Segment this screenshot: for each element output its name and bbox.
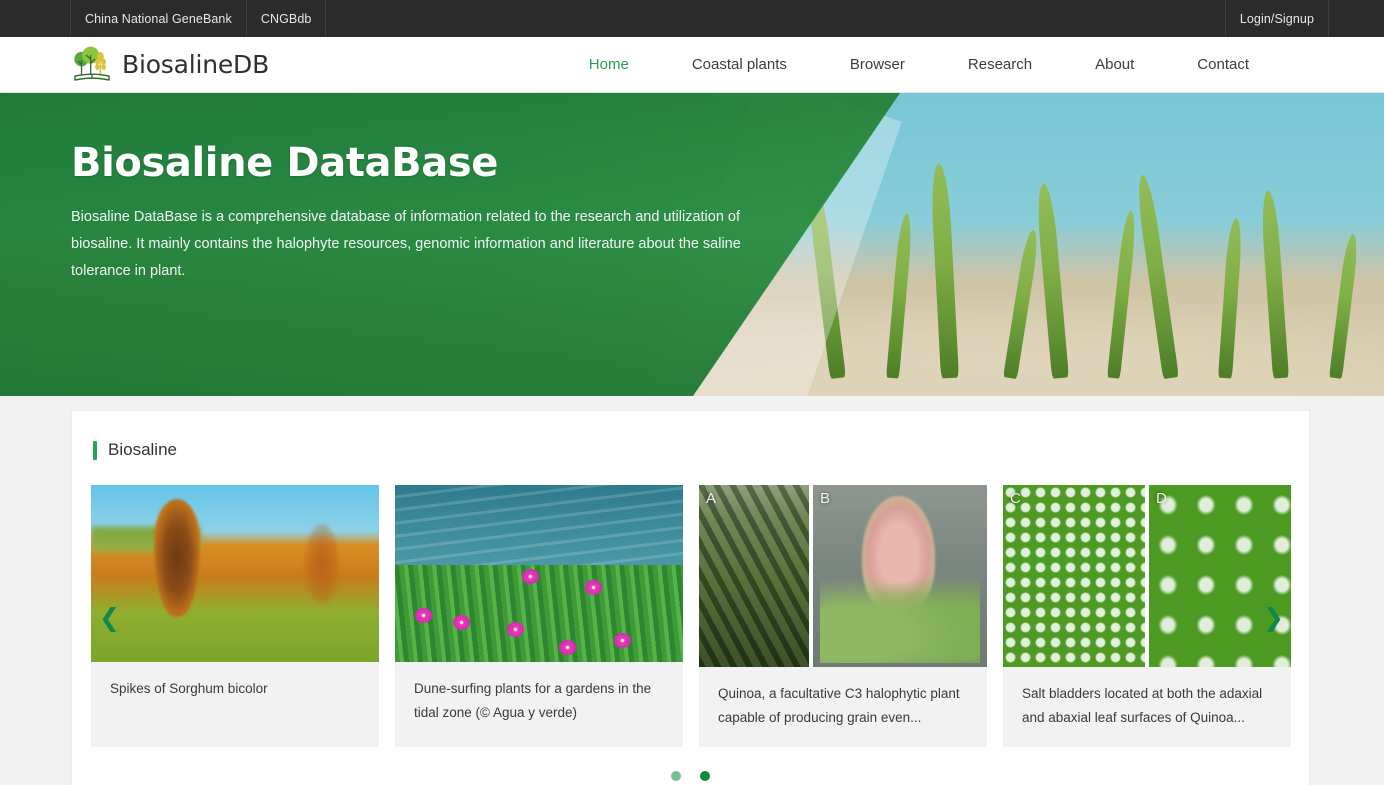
carousel-card[interactable]: Spikes of Sorghum bicolor bbox=[91, 485, 379, 748]
site-header: BiosalineDB Home Coastal plants Browser … bbox=[0, 37, 1384, 93]
carousel-pagination bbox=[91, 771, 1290, 782]
page-root: China National GeneBank CNGBdb Login/Sig… bbox=[0, 0, 1384, 785]
brand-name: BiosalineDB bbox=[122, 50, 270, 79]
page-body: Biosaline ❮ ❯ Spikes of Sorghum bicolor bbox=[0, 396, 1384, 785]
sorghum-field-photo bbox=[91, 485, 379, 662]
panel-label-d: D bbox=[1156, 490, 1167, 507]
card-caption: Quinoa, a facultative C3 halophytic plan… bbox=[718, 686, 960, 725]
biosaline-panel: Biosaline ❮ ❯ Spikes of Sorghum bicolor bbox=[71, 410, 1310, 785]
utility-topbar: China National GeneBank CNGBdb Login/Sig… bbox=[0, 0, 1384, 37]
card-caption: Spikes of Sorghum bicolor bbox=[110, 681, 268, 696]
nav-item-about[interactable]: About bbox=[1095, 56, 1134, 73]
nav-item-home[interactable]: Home bbox=[589, 56, 629, 73]
nav-item-browser[interactable]: Browser bbox=[850, 56, 905, 73]
carousel-card[interactable]: Dune-surfing plants for a gardens in the… bbox=[395, 485, 683, 748]
hero-content: Biosaline DataBase Biosaline DataBase is… bbox=[0, 93, 900, 284]
section-header: Biosaline bbox=[72, 411, 1309, 460]
nav-item-research[interactable]: Research bbox=[968, 56, 1032, 73]
panel-label-c: C bbox=[1010, 490, 1021, 507]
biosaline-carousel: ❮ ❯ Spikes of Sorghum bicolor Dune-surfi… bbox=[72, 485, 1309, 782]
section-accent-bar bbox=[93, 440, 97, 460]
nav-item-coastal-plants[interactable]: Coastal plants bbox=[692, 56, 787, 73]
panel-label-b: B bbox=[820, 490, 831, 507]
carousel-dot-1[interactable] bbox=[671, 771, 681, 782]
topbar-link-cngbdb[interactable]: CNGBdb bbox=[247, 0, 327, 37]
chevron-right-icon[interactable]: ❯ bbox=[1263, 605, 1284, 630]
carousel-dot-2[interactable] bbox=[700, 771, 710, 782]
carousel-cards: Spikes of Sorghum bicolor Dune-surfing p… bbox=[91, 485, 1291, 748]
carousel-card[interactable]: C D Salt bladders located at both the ad… bbox=[1003, 485, 1291, 748]
topbar-fill bbox=[326, 0, 1224, 37]
nav-item-contact[interactable]: Contact bbox=[1197, 56, 1249, 73]
ice-plant-coastal-photo bbox=[395, 485, 683, 662]
hero-title: Biosaline DataBase bbox=[71, 140, 498, 186]
topbar-login-signup[interactable]: Login/Signup bbox=[1224, 0, 1329, 37]
topbar-left-spacer bbox=[0, 0, 71, 37]
tree-book-logo-icon bbox=[71, 46, 113, 84]
topbar-right-spacer bbox=[1329, 0, 1384, 37]
hero-banner: Biosaline DataBase Biosaline DataBase is… bbox=[0, 93, 1384, 396]
brand[interactable]: BiosalineDB bbox=[71, 46, 269, 84]
section-title: Biosaline bbox=[108, 440, 177, 459]
salt-bladder-leaf-surface-photo: C D bbox=[1003, 485, 1291, 667]
carousel-card[interactable]: A B Quinoa, a facultative C3 halophytic … bbox=[699, 485, 987, 748]
card-caption: Salt bladders located at both the adaxia… bbox=[1022, 686, 1263, 725]
chevron-left-icon[interactable]: ❮ bbox=[99, 605, 120, 630]
topbar-right-group: Login/Signup bbox=[1224, 0, 1384, 37]
quinoa-plant-photo: A B bbox=[699, 485, 987, 667]
panel-label-a: A bbox=[706, 490, 717, 507]
card-caption: Dune-surfing plants for a gardens in the… bbox=[414, 681, 652, 720]
main-nav: Home Coastal plants Browser Research Abo… bbox=[589, 56, 1384, 73]
hero-description: Biosaline DataBase is a comprehensive da… bbox=[71, 209, 741, 279]
topbar-link-china-national-genebank[interactable]: China National GeneBank bbox=[71, 0, 247, 37]
